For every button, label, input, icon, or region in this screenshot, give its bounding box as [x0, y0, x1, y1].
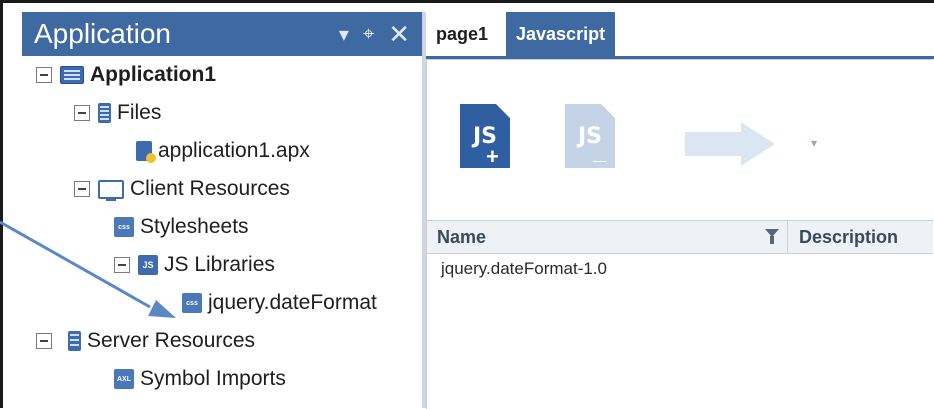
column-header-name[interactable]: Name [437, 221, 486, 253]
tree-node-symbol-imports[interactable]: AXL Symbol Imports [114, 360, 286, 398]
remove-js-button[interactable]: JS _ [565, 104, 621, 168]
plus-icon: + [486, 144, 499, 169]
files-icon [98, 103, 111, 123]
arrow-head [741, 122, 775, 166]
tree-node-label: Server Resources [87, 329, 256, 352]
css-icon: css [114, 217, 134, 237]
tree-node-stylesheets[interactable]: css Stylesheets [114, 208, 249, 246]
tree-node-jquery-dateformat[interactable]: css jquery.dateFormat [182, 284, 377, 322]
document-tabs: page1 Javascript [426, 12, 934, 56]
editor-area: page1 Javascript JS + JS _ ▾ Name Descri… [426, 12, 934, 409]
pin-icon[interactable]: ⌖ [363, 23, 374, 46]
tree-node-application-file[interactable]: application1.apx [136, 132, 310, 170]
tree-node-label: Symbol Imports [140, 367, 286, 390]
remove-js-icon: JS [565, 104, 615, 168]
axl-icon: AXL [114, 369, 134, 389]
collapse-icon[interactable] [74, 181, 90, 197]
grid-header: Name Description [427, 220, 933, 254]
tree-node-js-libraries[interactable]: JS JS Libraries [114, 246, 275, 284]
minus-icon: _ [593, 138, 607, 165]
window-frame-left [0, 0, 3, 408]
collapse-icon[interactable] [36, 67, 52, 83]
tab-javascript[interactable]: Javascript [506, 12, 616, 56]
tree-node-label: Files [117, 101, 162, 124]
application-icon [60, 66, 84, 84]
move-arrow-button[interactable] [685, 122, 775, 166]
add-js-icon: JS [460, 104, 510, 168]
css-icon: css [182, 293, 202, 313]
filter-icon[interactable] [765, 229, 779, 244]
javascript-toolbar: JS + JS _ ▾ [427, 60, 933, 210]
application-panel-header: Application ▾ ⌖ ✕ [22, 12, 422, 56]
tree-node-label: Application1 [90, 63, 217, 86]
window-frame-top [0, 0, 934, 3]
column-separator[interactable] [787, 221, 788, 253]
application-panel: Application ▾ ⌖ ✕ Application1 Files app… [22, 12, 422, 408]
collapse-icon[interactable] [74, 105, 90, 121]
server-icon [68, 331, 81, 351]
js-icon: JS [138, 255, 158, 275]
add-js-button[interactable]: JS + [460, 104, 516, 169]
tree-node-server-resources[interactable]: Server Resources [36, 322, 255, 360]
project-tree: Application1 Files application1.apx Clie… [22, 56, 422, 408]
tree-node-client-resources[interactable]: Client Resources [74, 170, 290, 208]
tree-node-label: Stylesheets [140, 215, 249, 238]
collapse-icon[interactable] [114, 257, 130, 273]
tree-node-files[interactable]: Files [74, 94, 161, 132]
column-header-description[interactable]: Description [799, 221, 898, 253]
tree-node-label: JS Libraries [164, 253, 275, 276]
tree-node-label: jquery.dateFormat [208, 291, 377, 314]
tab-page1[interactable]: page1 [426, 12, 499, 56]
tree-node-label: Client Resources [130, 177, 290, 200]
javascript-editor: JS + JS _ ▾ Name Description jquery.date… [426, 59, 933, 409]
apx-file-icon [136, 141, 156, 163]
arrow-right-icon [685, 132, 741, 156]
monitor-icon [98, 179, 124, 201]
panel-dropdown-icon[interactable]: ▾ [339, 22, 349, 47]
close-icon[interactable]: ✕ [388, 19, 410, 50]
tree-node-application1[interactable]: Application1 [36, 56, 216, 94]
table-row[interactable]: jquery.dateFormat-1.0 [427, 253, 933, 287]
chevron-down-icon[interactable]: ▾ [811, 136, 817, 150]
panel-title: Application [34, 18, 171, 49]
row-name-cell: jquery.dateFormat-1.0 [441, 259, 607, 278]
collapse-icon[interactable] [36, 333, 52, 349]
tree-node-label: application1.apx [158, 139, 310, 162]
